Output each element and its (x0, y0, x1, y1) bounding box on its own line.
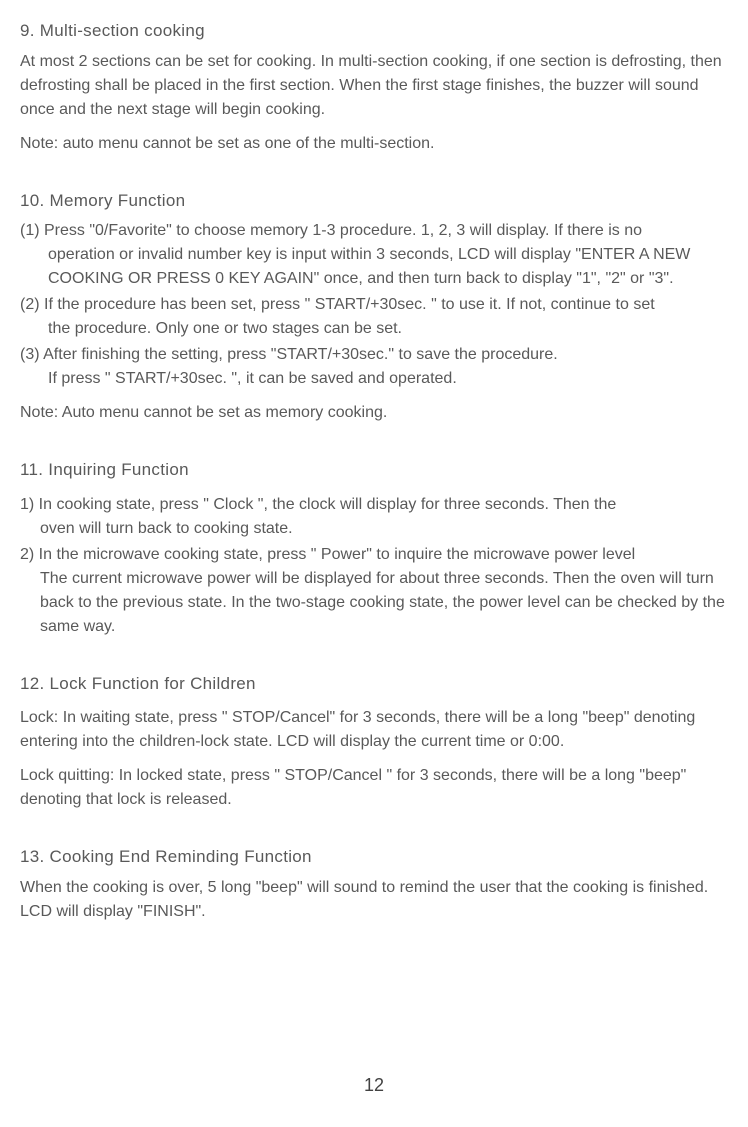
item-prefix: (3) (20, 346, 43, 363)
section-10-item-1: (1) Press "0/Favorite" to choose memory … (20, 219, 728, 291)
item-text: If the procedure has been set, press " S… (44, 296, 655, 313)
section-13-heading: 13. Cooking End Reminding Function (20, 844, 728, 870)
section-9-heading: 9. Multi-section cooking (20, 18, 728, 44)
section-9-note: Note: auto menu cannot be set as one of … (20, 132, 728, 156)
item-prefix: (1) (20, 222, 44, 239)
section-10-note: Note: Auto menu cannot be set as memory … (20, 401, 728, 425)
section-12: 12. Lock Function for Children Lock: In … (20, 671, 728, 813)
item-continuation: oven will turn back to cooking state. (20, 517, 728, 541)
section-10-item-2: (2) If the procedure has been set, press… (20, 293, 728, 341)
item-text: After finishing the setting, press "STAR… (43, 346, 558, 363)
section-12-paragraph-1: Lock: In waiting state, press " STOP/Can… (20, 706, 728, 754)
section-10-heading: 10. Memory Function (20, 188, 728, 214)
section-12-heading: 12. Lock Function for Children (20, 671, 728, 697)
section-11: 11. Inquiring Function 1) In cooking sta… (20, 457, 728, 639)
item-continuation: If press " START/+30sec. ", it can be sa… (20, 367, 728, 391)
item-text: In the microwave cooking state, press " … (39, 546, 636, 563)
item-prefix: (2) (20, 296, 44, 313)
section-12-paragraph-2: Lock quitting: In locked state, press " … (20, 764, 728, 812)
item-continuation: operation or invalid number key is input… (20, 243, 728, 291)
section-11-item-1: 1) In cooking state, press " Clock ", th… (20, 493, 728, 541)
section-9-paragraph: At most 2 sections can be set for cookin… (20, 50, 728, 122)
section-10-item-3: (3) After finishing the setting, press "… (20, 343, 728, 391)
section-9: 9. Multi-section cooking At most 2 secti… (20, 18, 728, 156)
item-continuation: The current microwave power will be disp… (20, 567, 728, 639)
section-13: 13. Cooking End Reminding Function When … (20, 844, 728, 924)
section-10: 10. Memory Function (1) Press "0/Favorit… (20, 188, 728, 426)
section-13-paragraph: When the cooking is over, 5 long "beep" … (20, 876, 728, 924)
item-prefix: 1) (20, 496, 39, 513)
item-prefix: 2) (20, 546, 39, 563)
item-text: Press "0/Favorite" to choose memory 1-3 … (44, 222, 642, 239)
item-text: In cooking state, press " Clock ", the c… (39, 496, 617, 513)
section-11-heading: 11. Inquiring Function (20, 457, 728, 483)
item-continuation: the procedure. Only one or two stages ca… (20, 317, 728, 341)
section-11-item-2: 2) In the microwave cooking state, press… (20, 543, 728, 639)
page-number: 12 (364, 1072, 384, 1099)
